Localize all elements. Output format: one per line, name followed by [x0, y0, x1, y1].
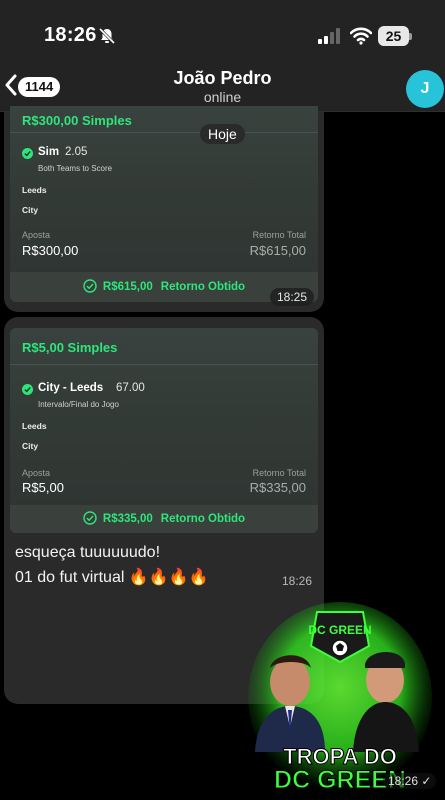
- chat-area[interactable]: R$300,00 Simples Sim 2.05 Both Teams to …: [0, 106, 445, 800]
- stake-label: Aposta: [22, 468, 51, 478]
- message-bubble-bet-1[interactable]: R$300,00 Simples Sim 2.05 Both Teams to …: [4, 106, 324, 312]
- check-circle-icon: [83, 511, 97, 525]
- selection-name: City - Leeds: [38, 382, 104, 394]
- avatar[interactable]: J: [406, 70, 444, 108]
- bet-card: R$5,00 Simples City - Leeds 67.00 Interv…: [10, 328, 318, 533]
- date-pill: Hoje: [200, 124, 245, 144]
- stake-label: Aposta: [22, 230, 51, 240]
- selection-odds: 67.00: [116, 382, 145, 394]
- return-label: Retorno Total: [252, 230, 306, 240]
- bet-title: R$300,00 Simples: [22, 113, 132, 128]
- bet-card: R$300,00 Simples Sim 2.05 Both Teams to …: [10, 106, 318, 302]
- message-text-line-1: esqueça tuuuuuudo!: [15, 544, 161, 561]
- check-icon: [22, 384, 33, 395]
- message-text-line-2: 01 do fut virtual 🔥🔥🔥🔥: [15, 569, 209, 586]
- chat-header: 1144 João Pedro online: [0, 60, 445, 112]
- obtained-label: Retorno Obtido: [160, 513, 246, 525]
- selection-name: Sim: [38, 146, 60, 158]
- return-value: R$335,00: [249, 480, 306, 495]
- contact-name[interactable]: João Pedro: [0, 68, 445, 89]
- signal-icon: [318, 28, 340, 44]
- market-name: Intervalo/Final do Jogo: [38, 400, 119, 409]
- obtained-value: R$615,00: [102, 281, 153, 293]
- market-name: Both Teams to Score: [38, 164, 113, 173]
- team-home: Leeds: [22, 185, 47, 195]
- bell-off-icon: [98, 27, 116, 45]
- return-value: R$615,00: [249, 243, 306, 258]
- return-obtained-strip: R$335,00 Retorno Obtido: [10, 505, 318, 533]
- battery-icon: 25: [378, 26, 412, 46]
- team-away: City: [22, 441, 39, 451]
- obtained-value: R$335,00: [102, 513, 153, 525]
- sticker-time: 18:26 ✓: [383, 773, 437, 789]
- check-circle-icon: [83, 279, 97, 293]
- obtained-label: Retorno Obtido: [160, 281, 246, 293]
- svg-text:DC GREEN: DC GREEN: [308, 623, 371, 637]
- team-home: Leeds: [22, 421, 47, 431]
- stake-value: R$5,00: [22, 480, 64, 495]
- message-time: 18:26: [282, 574, 313, 588]
- wifi-icon: [350, 27, 372, 45]
- return-label: Retorno Total: [252, 468, 306, 478]
- check-icon: [22, 148, 33, 159]
- selection-odds: 2.05: [65, 146, 88, 158]
- status-bar: 18:26 25: [0, 0, 445, 60]
- battery-level: 25: [378, 26, 409, 46]
- message-time: 18:25: [270, 288, 315, 306]
- contact-status: online: [203, 89, 242, 105]
- bet-title: R$5,00 Simples: [22, 340, 118, 355]
- team-away: City: [22, 205, 39, 215]
- stake-value: R$300,00: [22, 243, 79, 258]
- status-time: 18:26: [44, 24, 97, 46]
- dc-green-sticker[interactable]: DC GREEN TROPA DO DC GREEN: [245, 602, 435, 794]
